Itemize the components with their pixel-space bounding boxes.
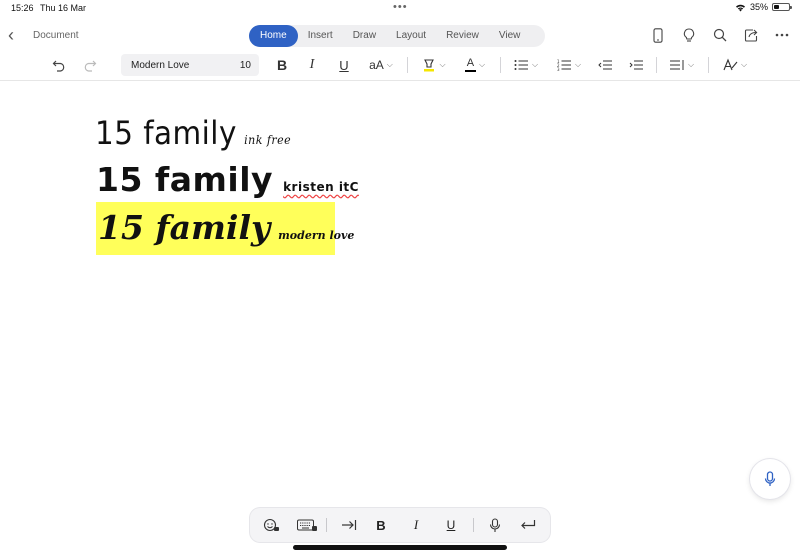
doc-line-modern-love[interactable]: 15 family modern love xyxy=(98,208,354,247)
redo-icon[interactable] xyxy=(82,53,98,77)
nav-actions xyxy=(650,26,790,44)
numbered-list-button[interactable]: 1 2 3 ⌵ xyxy=(555,53,583,77)
font-size[interactable]: 10 xyxy=(240,60,251,71)
chevron-down-icon: ⌵ xyxy=(386,60,393,69)
text-size-label: aA xyxy=(369,58,384,72)
toolbar-divider xyxy=(708,57,709,73)
ribbon-divider xyxy=(0,80,800,81)
tab-draw[interactable]: Draw xyxy=(343,25,386,47)
toolbar-divider xyxy=(407,57,408,73)
nav-row: ‹ Document Home Insert Draw Layout Revie… xyxy=(0,22,800,50)
font-label: modern love xyxy=(278,229,355,242)
chevron-down-icon: ⌵ xyxy=(574,60,582,69)
emoji-icon[interactable] xyxy=(260,508,282,542)
font-label: kristen itC xyxy=(283,180,359,194)
return-key-icon[interactable] xyxy=(518,508,538,542)
chevron-down-icon: ⌵ xyxy=(687,60,695,69)
tab-view[interactable]: View xyxy=(489,25,531,47)
status-date: Thu 16 Mar xyxy=(40,3,87,13)
svg-text:3: 3 xyxy=(557,67,560,71)
font-color-swatch xyxy=(464,69,476,73)
font-label: ink free xyxy=(244,133,292,147)
ribbon-tabs: Home Insert Draw Layout Review View xyxy=(249,25,545,47)
sample-text: 15 family xyxy=(95,114,237,152)
more-icon[interactable] xyxy=(774,26,790,44)
status-time: 15:26 xyxy=(11,3,34,13)
multitask-dots-icon[interactable]: ••• xyxy=(393,1,408,13)
bar-divider xyxy=(473,518,474,532)
formatting-toolbar: Modern Love 10 B I U aA ⌵ ⌵ A ⌵ ⌵ 1 2 3 ⌵ ⌵ ⌵ xyxy=(0,53,800,77)
doc-line-ink-free[interactable]: 15 family ink free xyxy=(95,114,291,152)
bar-divider xyxy=(326,518,327,532)
underline-button[interactable]: U xyxy=(336,53,352,77)
sample-text: 15 family xyxy=(96,160,274,199)
microphone-icon[interactable] xyxy=(486,508,504,542)
paragraph-format-button[interactable]: ⌵ xyxy=(668,53,696,77)
home-indicator[interactable] xyxy=(293,545,507,550)
increase-indent-icon[interactable] xyxy=(628,53,644,77)
toolbar-divider xyxy=(656,57,657,73)
sample-text: 15 family xyxy=(98,208,271,247)
font-name: Modern Love xyxy=(131,60,190,71)
battery-percent: 35% xyxy=(749,2,768,12)
keyboard-icon[interactable] xyxy=(295,508,319,542)
microphone-icon xyxy=(764,471,776,486)
shortcut-bar: B I U xyxy=(250,508,550,542)
tab-review[interactable]: Review xyxy=(436,25,489,47)
chevron-down-icon: ⌵ xyxy=(478,60,486,69)
highlight-color-button[interactable]: ⌵ xyxy=(420,53,448,77)
underline-shortcut-button[interactable]: U xyxy=(443,508,459,542)
wifi-icon xyxy=(735,4,745,11)
chevron-down-icon: ⌵ xyxy=(531,60,539,69)
styles-button[interactable]: ⌵ xyxy=(721,53,749,77)
back-chevron-icon[interactable]: ‹ xyxy=(8,25,14,46)
font-color-button[interactable]: A ⌵ xyxy=(460,53,490,77)
share-icon[interactable] xyxy=(743,26,759,44)
tab-key-icon[interactable] xyxy=(338,508,360,542)
font-picker[interactable]: Modern Love 10 xyxy=(121,54,259,76)
bold-shortcut-button[interactable]: B xyxy=(372,508,390,542)
italic-shortcut-button[interactable]: I xyxy=(408,508,424,542)
lightbulb-icon[interactable] xyxy=(681,26,697,44)
status-right: 35% xyxy=(735,2,792,12)
status-bar: 15:26 Thu 16 Mar ••• 35% xyxy=(0,0,800,16)
battery-icon xyxy=(772,3,792,11)
phone-view-icon[interactable] xyxy=(650,26,666,44)
font-color-letter: A xyxy=(466,56,475,69)
tab-layout[interactable]: Layout xyxy=(386,25,436,47)
tab-home[interactable]: Home xyxy=(249,25,298,47)
bold-button[interactable]: B xyxy=(274,53,290,77)
document-title[interactable]: Document xyxy=(33,30,79,41)
chevron-down-icon: ⌵ xyxy=(740,60,748,69)
dictate-button[interactable] xyxy=(750,459,790,499)
italic-button[interactable]: I xyxy=(304,53,320,77)
decrease-indent-icon[interactable] xyxy=(597,53,613,77)
chevron-down-icon: ⌵ xyxy=(439,60,446,69)
doc-line-kristen-itc[interactable]: 15 family kristen itC xyxy=(96,160,359,199)
tab-insert[interactable]: Insert xyxy=(298,25,343,47)
undo-icon[interactable] xyxy=(51,53,67,77)
text-size-button[interactable]: aA ⌵ xyxy=(366,53,396,77)
search-icon[interactable] xyxy=(712,26,728,44)
toolbar-divider xyxy=(500,57,501,73)
bullet-list-button[interactable]: ⌵ xyxy=(512,53,540,77)
